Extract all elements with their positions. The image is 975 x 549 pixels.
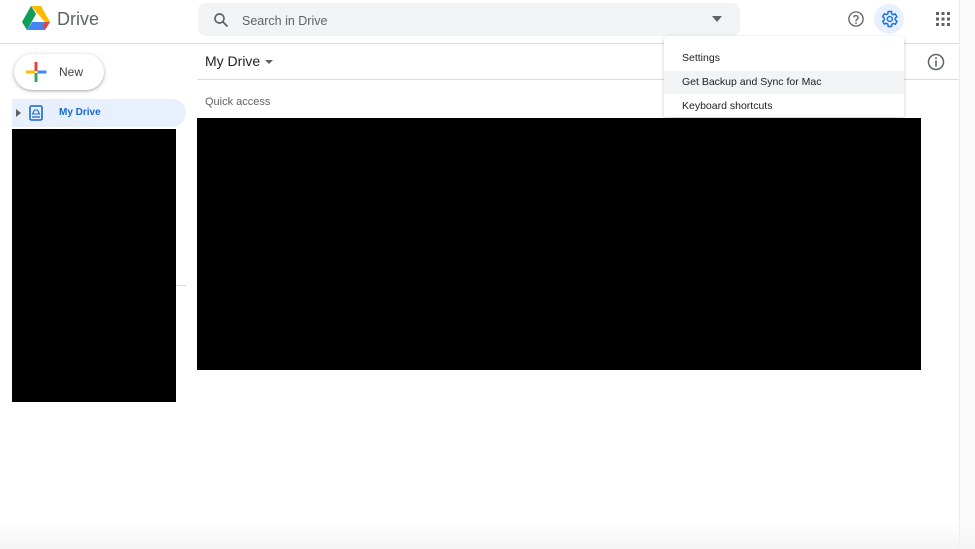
search-options-icon[interactable] xyxy=(712,16,722,22)
sidebar-item-label: My Drive xyxy=(59,107,101,118)
page-title[interactable]: My Drive xyxy=(205,53,260,69)
drive-app: Drive Search in Drive New My Drive My Dr… xyxy=(0,0,975,549)
plus-icon xyxy=(26,62,47,82)
bottom-shade xyxy=(0,521,975,549)
sidebar-item-my-drive[interactable]: My Drive xyxy=(12,99,186,127)
app-name[interactable]: Drive xyxy=(57,9,99,30)
quick-access-label: Quick access xyxy=(205,96,271,108)
expand-caret-icon[interactable] xyxy=(16,109,21,117)
menu-item-backup-and-sync[interactable]: Get Backup and Sync for Mac xyxy=(664,71,904,94)
settings-button[interactable] xyxy=(874,4,904,34)
title-dropdown-icon[interactable] xyxy=(265,60,273,64)
help-icon xyxy=(848,11,864,27)
menu-item-keyboard-shortcuts[interactable]: Keyboard shortcuts xyxy=(664,95,904,117)
help-button[interactable] xyxy=(841,4,871,34)
new-button-label: New xyxy=(59,65,84,79)
menu-item-settings[interactable]: Settings xyxy=(664,47,904,70)
settings-menu: Settings Get Backup and Sync for Mac Key… xyxy=(664,36,904,117)
page-scrollbar[interactable] xyxy=(959,0,975,549)
drive-logo-icon[interactable] xyxy=(22,6,50,32)
sidebar-redacted-region xyxy=(12,129,176,402)
search-icon[interactable] xyxy=(212,11,230,29)
apps-button[interactable] xyxy=(928,4,958,34)
settings-gear-icon xyxy=(881,10,898,28)
my-drive-icon xyxy=(29,105,43,121)
main-redacted-region xyxy=(197,118,921,370)
new-button[interactable]: New xyxy=(14,54,104,90)
search-bar[interactable] xyxy=(198,3,740,36)
info-icon[interactable] xyxy=(926,52,946,72)
apps-grid-icon xyxy=(936,12,950,26)
search-input[interactable] xyxy=(240,10,684,32)
sidebar-divider xyxy=(176,285,186,286)
